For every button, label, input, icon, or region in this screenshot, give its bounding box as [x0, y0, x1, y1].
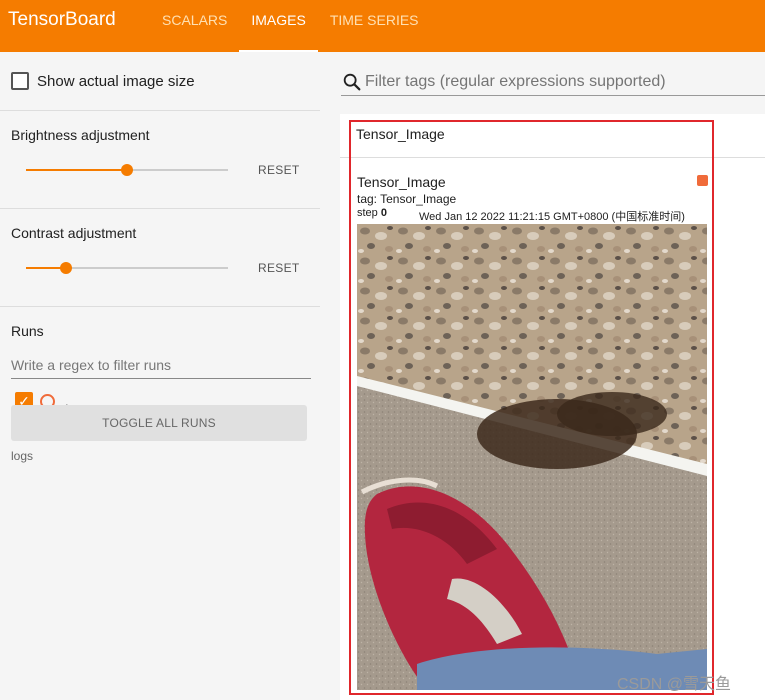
step-info: step 0 [357, 207, 387, 219]
contrast-section: Contrast adjustment RESET [0, 209, 320, 307]
brightness-slider-fill [26, 169, 127, 171]
tag-filter-input[interactable]: Filter tags (regular expressions support… [341, 68, 765, 96]
image-timestamp: Wed Jan 12 2022 11:21:15 GMT+0800 (中国标准时… [419, 211, 685, 223]
search-icon [343, 73, 361, 90]
step-value: 0 [380, 207, 387, 219]
top-app-bar: TensorBoard SCALARS IMAGES TIME SERIES [0, 0, 765, 52]
brightness-reset-button[interactable]: RESET [258, 163, 300, 177]
tab-scalars[interactable]: SCALARS [150, 0, 239, 52]
card-header[interactable]: Tensor_Image [340, 114, 765, 158]
logdir-label: logs [11, 449, 34, 463]
brightness-title: Brightness adjustment [11, 127, 150, 143]
contrast-title: Contrast adjustment [11, 225, 137, 241]
image-title: Tensor_Image [357, 174, 446, 190]
runs-section: Runs Write a regex to filter runs ✓ . TO… [0, 307, 320, 473]
expand-icon[interactable] [697, 175, 708, 186]
toggle-all-runs-button[interactable]: TOGGLE ALL RUNS [11, 405, 307, 441]
main-content: Filter tags (regular expressions support… [320, 52, 765, 700]
contrast-slider[interactable] [26, 262, 228, 274]
show-actual-size-section: Show actual image size [0, 52, 320, 111]
tag-filter-placeholder: Filter tags (regular expressions support… [365, 72, 666, 90]
image-card: Tensor_Image Tensor_Image tag: Tensor_Im… [340, 114, 765, 700]
step-label: step [357, 207, 378, 219]
app-title: TensorBoard [8, 9, 116, 30]
watermark: CSDN @雪天鱼 [617, 676, 732, 693]
brightness-slider[interactable] [26, 164, 228, 176]
show-actual-size-checkbox[interactable] [11, 72, 29, 90]
sidebar: Show actual image size Brightness adjust… [0, 52, 320, 700]
tab-images[interactable]: IMAGES [239, 0, 319, 52]
brightness-section: Brightness adjustment RESET [0, 111, 320, 209]
runs-title: Runs [11, 323, 44, 339]
runs-filter-input[interactable]: Write a regex to filter runs [11, 349, 311, 379]
image-tag: tag: Tensor_Image [357, 192, 457, 206]
contrast-reset-button[interactable]: RESET [258, 261, 300, 275]
contrast-slider-thumb[interactable] [60, 262, 72, 274]
show-actual-size-label: Show actual image size [37, 72, 195, 90]
brightness-slider-thumb[interactable] [121, 164, 133, 176]
tab-time-series[interactable]: TIME SERIES [318, 0, 431, 52]
tensor-image[interactable] [357, 224, 707, 690]
